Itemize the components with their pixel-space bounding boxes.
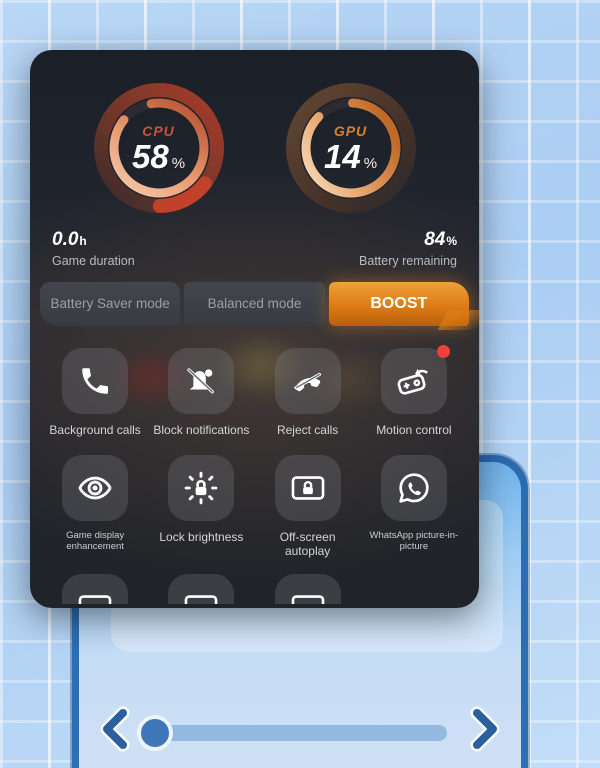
screen-icon [291,595,324,605]
feature-tile[interactable] [168,455,235,522]
feature-partial-3[interactable] [255,574,361,605]
feature-tile[interactable] [274,347,341,414]
whatsapp-icon [399,473,429,503]
screen-lock-icon [291,476,324,500]
feature-row-display: Game display enhancement Lock brightness… [30,455,479,558]
progress-slider-track[interactable] [151,725,447,741]
cpu-gauge: CPU 58 % [89,78,229,218]
cpu-value: 58 % [132,140,185,173]
brightness-lock-icon [185,471,218,505]
battery-number: 84 [424,229,446,250]
feature-label: Game display enhancement [66,530,125,553]
screen-root: leaks enter you age [0,0,600,768]
feature-partial-2[interactable] [148,574,254,605]
block-notifications-icon [187,368,215,394]
feature-label: Background calls [49,422,141,437]
progress-slider-thumb[interactable] [137,715,173,751]
duration-unit: h [79,234,87,248]
mode-balanced[interactable]: Balanced mode [184,281,325,326]
feature-tile[interactable] [62,455,129,522]
feature-partial-1[interactable] [42,574,148,605]
feature-label: Reject calls [276,422,339,437]
gpu-unit: % [363,155,378,172]
feature-whatsapp-pip[interactable]: WhatsApp picture-in-picture [361,455,467,558]
feature-label: Block notifications [153,422,250,437]
feature-label: Lock brightness [159,530,244,545]
feature-block-notifications[interactable]: Block notifications [148,347,254,437]
battery-value: 84% [359,229,457,251]
game-duration-caption: Game duration [52,253,135,268]
phone-icon [82,368,109,394]
game-duration-stat: 0.0h Game duration [52,229,135,268]
screen-icon [78,595,112,605]
eye-icon [78,476,112,500]
feature-row-partial [30,574,479,605]
feature-label: WhatsApp picture-in-picture [369,530,459,553]
feature-tile[interactable] [62,347,129,414]
feature-off-screen-autoplay[interactable]: Off-screen autoplay [255,455,361,558]
mode-boost[interactable]: BOOST [328,281,469,326]
mode-battery-saver[interactable]: Battery Saver mode [40,281,181,326]
performance-gauges: CPU 58 % GPU 14 % [30,78,479,213]
feature-label: Motion control [376,422,452,437]
game-turbo-panel: CPU 58 % GPU 14 % 0.0h Game duration 84%… [30,50,479,608]
feature-tile[interactable] [274,455,341,522]
battery-remaining-stat: 84% Battery remaining [359,229,457,268]
feature-lock-brightness[interactable]: Lock brightness [148,455,254,558]
gpu-gauge: GPU 14 % [281,78,421,218]
gpu-value: 14 % [324,140,377,173]
gpu-number: 14 [323,138,361,175]
battery-remaining-caption: Battery remaining [359,253,457,268]
feature-motion-control[interactable]: Motion control [361,344,467,437]
session-stats: 0.0h Game duration 84% Battery remaining [30,229,479,268]
duration-number: 0.0 [52,229,79,250]
reject-calls-icon [293,372,321,392]
feature-tile[interactable] [62,574,129,605]
feature-tile[interactable] [168,347,235,414]
feature-reject-calls[interactable]: Reject calls [255,347,361,437]
motion-control-icon [397,368,428,395]
feature-tile[interactable] [168,574,235,605]
feature-game-display-enhancement[interactable]: Game display enhancement [42,455,148,558]
game-duration-value: 0.0h [52,229,135,251]
cpu-unit: % [171,155,186,172]
game-controls [79,697,521,761]
gpu-label: GPU [333,123,368,139]
battery-unit: % [446,234,457,248]
feature-background-calls[interactable]: Background calls [42,347,148,437]
next-arrow-icon[interactable] [463,705,507,753]
cpu-label: CPU [142,123,175,139]
notification-badge [436,344,450,358]
feature-tile[interactable] [380,344,450,414]
feature-partial-4[interactable] [361,574,467,604]
feature-row-calls: Background calls Block notifications Rej… [30,344,479,437]
screen-icon [185,595,218,605]
feature-label: Off-screen autoplay [279,530,336,559]
previous-arrow-icon[interactable] [93,705,137,753]
performance-mode-selector: Battery Saver mode Balanced mode BOOST [30,281,479,326]
feature-tile[interactable] [380,455,447,522]
feature-tile[interactable] [274,574,341,605]
cpu-number: 58 [131,138,169,175]
